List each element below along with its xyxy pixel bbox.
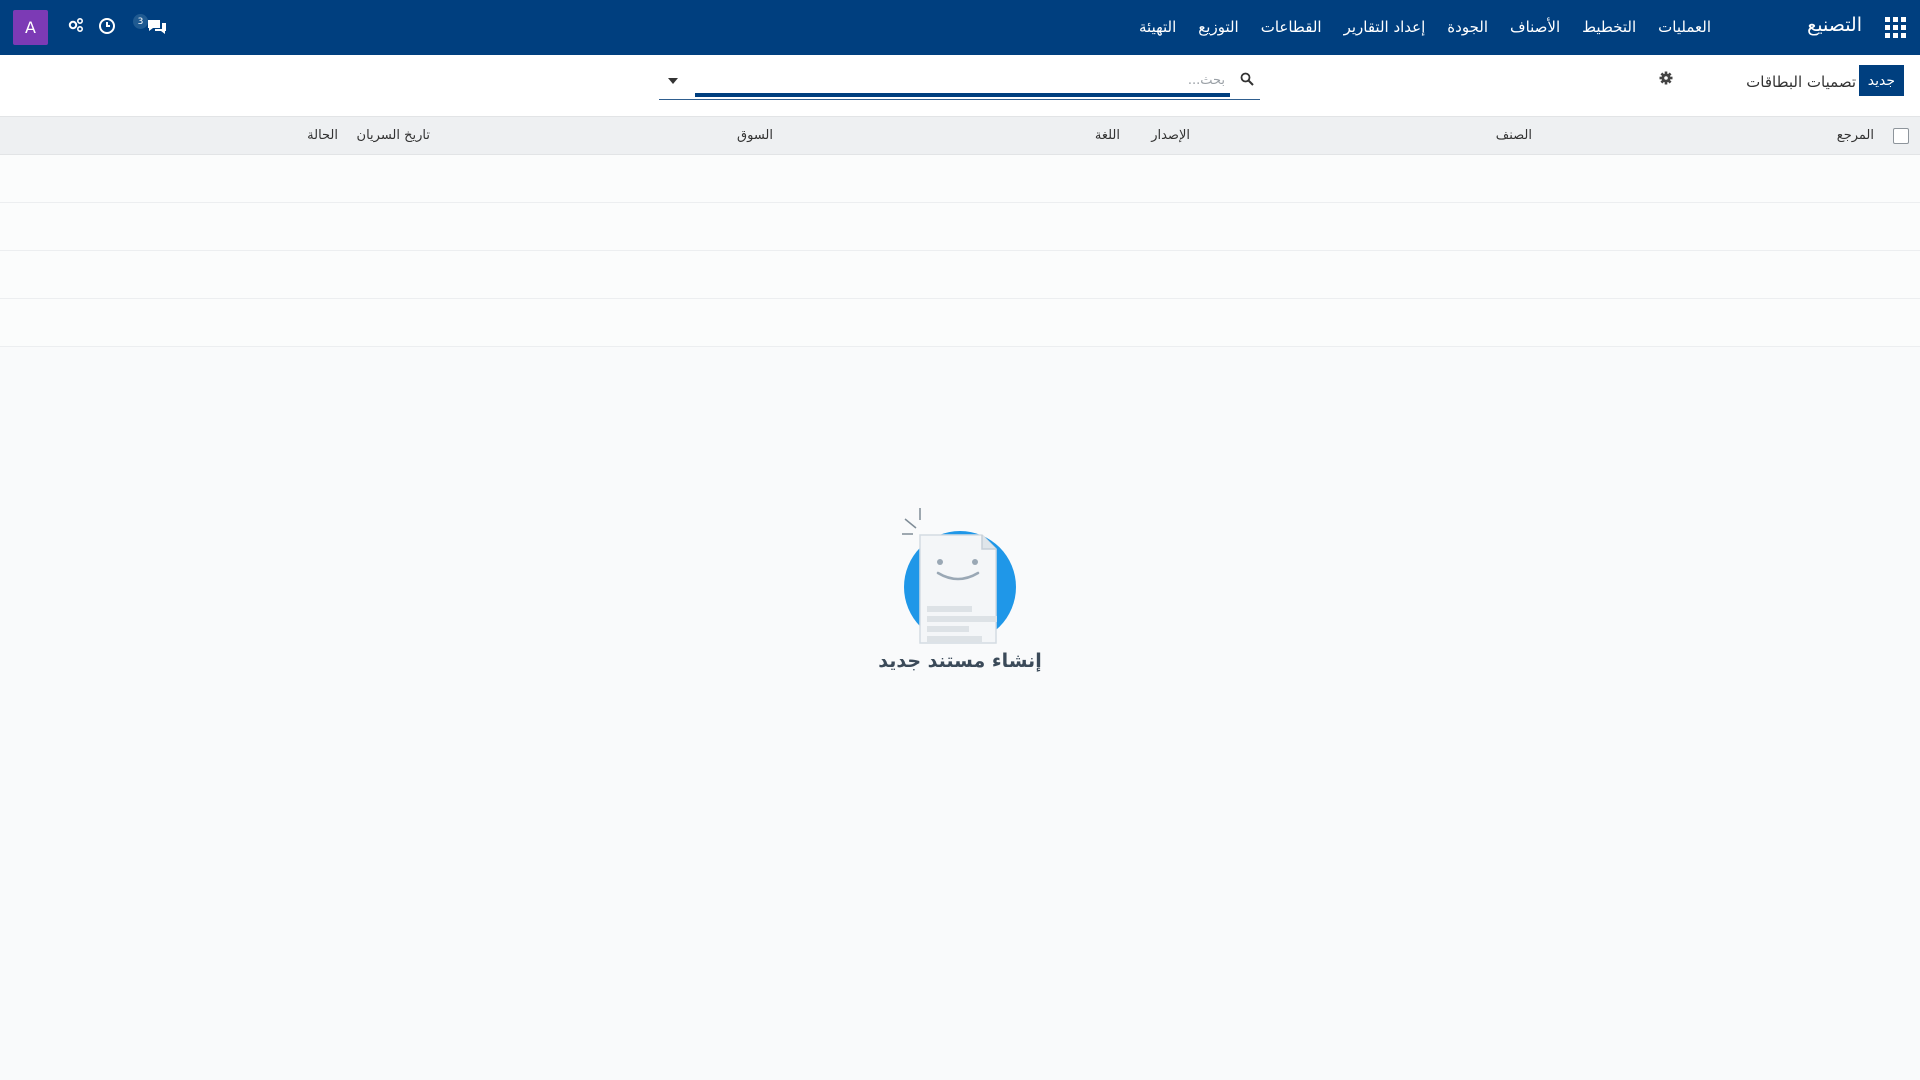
column-status[interactable]: الحالة xyxy=(307,128,338,143)
search-bar xyxy=(659,66,1260,100)
menu-quality[interactable]: الجودة xyxy=(1436,18,1499,36)
menu-sectors[interactable]: القطاعات xyxy=(1250,18,1333,36)
clock-icon[interactable] xyxy=(98,17,116,35)
select-all-checkbox[interactable] xyxy=(1893,128,1909,144)
menu-configuration[interactable]: التهيئة xyxy=(1128,18,1187,36)
avatar[interactable]: A xyxy=(13,10,48,45)
chat-count-badge: 3 xyxy=(133,14,148,29)
menu-products[interactable]: الأصناف xyxy=(1499,18,1571,36)
table-row xyxy=(0,155,1920,203)
gear-icon[interactable] xyxy=(1659,71,1673,85)
menu-operations[interactable]: العمليات xyxy=(1647,18,1722,36)
menu-distribution[interactable]: التوزيع xyxy=(1187,18,1249,36)
debug-tools-icon[interactable] xyxy=(68,17,84,33)
menu-planning[interactable]: التخطيط xyxy=(1571,18,1647,36)
smiling-document-icon xyxy=(902,508,1016,644)
table-row xyxy=(0,203,1920,251)
empty-state: إنشاء مستند جديد xyxy=(0,345,1920,1080)
search-focus-underline xyxy=(695,93,1230,97)
column-market[interactable]: السوق xyxy=(737,128,773,143)
control-panel: جديد تصميات البطاقات xyxy=(0,55,1920,117)
column-version[interactable]: الإصدار xyxy=(1151,128,1190,143)
caret-down-icon[interactable] xyxy=(668,78,678,84)
top-navbar: التصنيع العمليات التخطيط الأصناف الجودة … xyxy=(0,0,1920,55)
search-input[interactable] xyxy=(695,68,1225,92)
table-row xyxy=(0,251,1920,299)
chat-icon[interactable] xyxy=(146,18,168,36)
app-brand[interactable]: التصنيع xyxy=(1807,14,1862,36)
column-effective-date[interactable]: تاريخ السريان xyxy=(357,128,430,143)
apps-grid-icon[interactable] xyxy=(1885,17,1907,39)
menu-reporting[interactable]: إعداد التقارير xyxy=(1333,18,1437,36)
column-reference[interactable]: المرجع xyxy=(1837,128,1874,143)
table-row xyxy=(0,299,1920,347)
new-button[interactable]: جديد xyxy=(1858,65,1904,96)
main-menu: العمليات التخطيط الأصناف الجودة إعداد ال… xyxy=(1128,18,1722,36)
empty-state-title: إنشاء مستند جديد xyxy=(878,650,1042,672)
search-icon[interactable] xyxy=(1240,72,1254,86)
page-title: تصميات البطاقات xyxy=(1746,73,1856,91)
column-product[interactable]: الصنف xyxy=(1496,128,1532,143)
column-language[interactable]: اللغة xyxy=(1095,128,1120,143)
list-header: المرجع الصنف الإصدار اللغة السوق تاريخ ا… xyxy=(0,117,1920,155)
